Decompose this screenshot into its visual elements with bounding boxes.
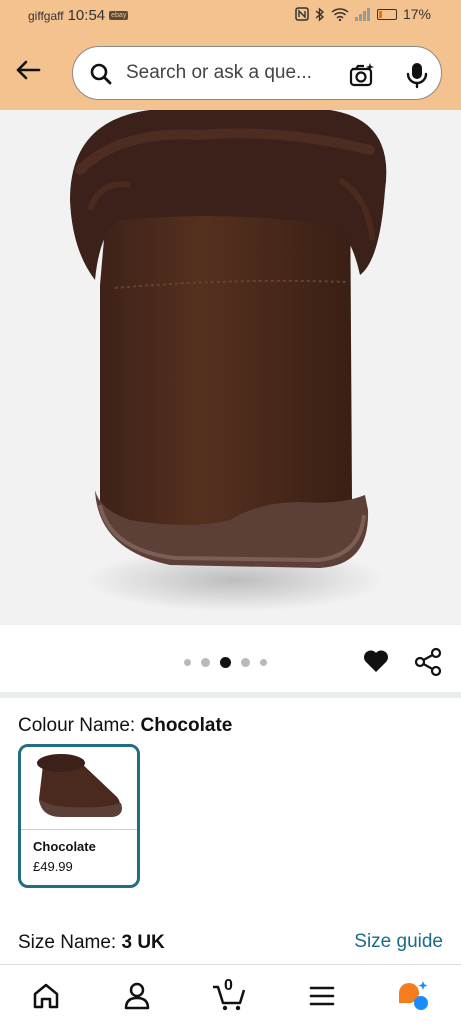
back-arrow-icon[interactable] — [12, 54, 44, 86]
clock: 10:54 — [67, 7, 106, 24]
search-input[interactable]: Search or ask a que... — [126, 62, 312, 84]
bottom-nav: 0 — [0, 964, 461, 1025]
camera-lens-icon[interactable] — [348, 61, 376, 89]
microphone-icon[interactable] — [405, 61, 429, 89]
account-icon[interactable] — [120, 979, 154, 1013]
nfc-icon — [295, 7, 309, 21]
status-bar: giffgaff 10:54 ebay 17% — [0, 0, 461, 30]
size-name-label: Size Name: 3 UK — [18, 932, 165, 954]
rufus-assistant-icon[interactable] — [396, 979, 430, 1013]
heart-icon[interactable] — [362, 647, 390, 675]
cart-button[interactable]: 0 — [212, 977, 246, 1013]
colour-name-label: Colour Name: Chocolate — [18, 715, 232, 737]
image-pager — [0, 625, 461, 695]
battery-icon — [376, 8, 397, 20]
colour-value: Chocolate — [140, 715, 233, 736]
carousel-dot[interactable] — [220, 657, 231, 668]
colour-label-text: Colour Name: — [18, 715, 136, 736]
colour-swatch-chocolate[interactable]: Chocolate £49.99 — [18, 744, 140, 888]
boot-illustration — [70, 110, 387, 612]
search-icon — [90, 63, 112, 85]
app-header: Search or ask a que... — [0, 30, 461, 110]
size-guide-link[interactable]: Size guide — [354, 931, 443, 953]
size-label-text: Size Name: — [18, 932, 117, 953]
section-divider — [0, 692, 461, 698]
carousel-dots[interactable] — [184, 657, 267, 668]
bluetooth-icon — [315, 6, 325, 22]
carrier-name: giffgaff — [28, 8, 64, 23]
share-icon[interactable] — [414, 647, 442, 677]
carousel-dot[interactable] — [201, 658, 210, 667]
size-value: 3 UK — [121, 932, 165, 953]
product-image[interactable] — [0, 110, 461, 625]
wifi-icon — [331, 8, 349, 21]
carousel-dot[interactable] — [260, 659, 267, 666]
swatch-thumbnail — [21, 747, 137, 830]
ebay-notification-icon: ebay — [109, 11, 129, 20]
swatch-price: £49.99 — [33, 859, 73, 874]
battery-percent: 17% — [402, 6, 431, 22]
carousel-dot[interactable] — [184, 659, 191, 666]
search-bar[interactable]: Search or ask a que... — [72, 46, 442, 100]
carousel-dot[interactable] — [241, 658, 250, 667]
signal-icon — [354, 7, 370, 21]
cart-count: 0 — [224, 977, 233, 994]
swatch-name: Chocolate — [33, 839, 96, 854]
menu-icon[interactable] — [305, 979, 339, 1013]
home-icon[interactable] — [29, 979, 63, 1013]
